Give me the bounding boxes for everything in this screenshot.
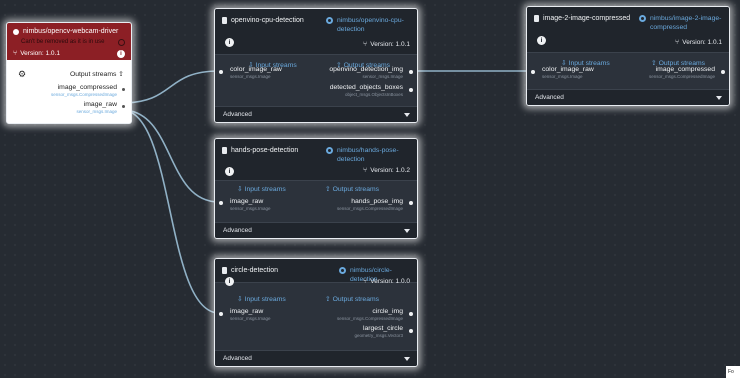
remove-icon[interactable]: [13, 28, 19, 35]
node-circle-detection[interactable]: circle-detection nimbus/circle-detection…: [214, 258, 418, 367]
wire-driver-to-hands: [121, 109, 220, 203]
corner-tag[interactable]: Fo: [726, 366, 740, 378]
output-connector[interactable]: [721, 70, 725, 74]
node-title: openvino-cpu-detection: [231, 17, 304, 24]
input-connector[interactable]: [219, 70, 223, 74]
output-streams-header: ⇪ Output streams: [325, 186, 380, 193]
output-streams-header: Output streams ⇪: [69, 71, 124, 78]
chevron-down-icon[interactable]: [404, 357, 410, 361]
node-image-2-image-compressed[interactable]: image-2-image-compressed nimbus/image-2-…: [526, 6, 730, 106]
driver-subtitle: Can't be removed as it is in use: [21, 39, 105, 45]
repo-link[interactable]: nimbus/openvino-cpu-: [337, 17, 404, 24]
output-port-hands-pose-img[interactable]: hands_pose_img sensor_msgs.CompressedIma…: [337, 197, 403, 212]
node-openvino-cpu-detection[interactable]: openvino-cpu-detection nimbus/openvino-c…: [214, 8, 418, 123]
info-icon[interactable]: i: [537, 36, 546, 45]
branch-icon: ⑂: [13, 50, 18, 57]
repo-icon: [326, 147, 333, 154]
node-title: image-2-image-compressed: [543, 15, 631, 22]
export-icon: ⇪: [118, 71, 124, 78]
download-icon: ⇩: [237, 186, 243, 193]
output-port-openvino-detection-img[interactable]: openvino_detection_img sensor_msgs.Image: [329, 65, 403, 80]
upload-icon: ⇪: [325, 186, 331, 193]
input-connector[interactable]: [219, 201, 223, 205]
output-connector[interactable]: [409, 201, 413, 205]
advanced-toggle[interactable]: Advanced: [215, 222, 417, 238]
repo-icon: [339, 267, 346, 274]
advanced-toggle[interactable]: Advanced: [215, 350, 417, 366]
advanced-toggle[interactable]: Advanced: [215, 106, 417, 122]
gear-icon[interactable]: ⚙: [18, 69, 26, 80]
output-connector[interactable]: [409, 70, 413, 74]
node-version: Version: 1.0.1: [370, 41, 410, 48]
branch-icon: ⑂: [675, 39, 680, 46]
branch-icon: ⑂: [363, 167, 368, 174]
node-version: Version: 1.0.2: [370, 167, 410, 174]
advanced-label: Advanced: [535, 94, 564, 101]
info-icon[interactable]: i: [225, 277, 234, 286]
advanced-label: Advanced: [223, 227, 252, 234]
output-connector[interactable]: [122, 88, 125, 91]
advanced-toggle[interactable]: Advanced: [527, 89, 729, 105]
node-title: circle-detection: [231, 267, 279, 274]
output-port-image-raw[interactable]: image_raw sensor_msgs.Image: [76, 100, 117, 115]
driver-header: nimbus/opencv-webcam-driver Can't be rem…: [7, 23, 131, 60]
input-port-image-raw[interactable]: image_raw sensor_msgs.Image: [230, 307, 271, 322]
repo-link[interactable]: nimbus/image-2-image-: [650, 15, 721, 22]
chevron-down-icon[interactable]: [404, 113, 410, 117]
branch-icon: ⑂: [363, 278, 368, 285]
node-version: Version: 1.0.1: [682, 39, 722, 46]
output-streams-header: ⇪ Output streams: [325, 296, 380, 303]
settings-icon[interactable]: [118, 39, 125, 46]
node-title: hands-pose-detection: [231, 147, 299, 154]
wire-driver-to-circle: [121, 109, 220, 314]
download-icon: ⇩: [237, 296, 243, 303]
output-connector[interactable]: [409, 88, 413, 92]
document-icon: [222, 17, 227, 24]
output-port-largest-circle[interactable]: largest_circle geometry_msgs.Vector3: [354, 324, 403, 339]
input-port-color-image-raw[interactable]: color_image_raw sensor_msgs.Image: [542, 65, 594, 80]
input-streams-header: ⇩ Input streams: [237, 296, 286, 303]
document-icon: [222, 147, 227, 154]
output-port-image-compressed[interactable]: image_compressed sensor_msgs.CompressedI…: [51, 83, 117, 98]
input-connector[interactable]: [531, 70, 535, 74]
output-connector[interactable]: [409, 312, 413, 316]
input-port-color-image-raw[interactable]: color_image_raw sensor_msgs.Image: [230, 65, 282, 80]
advanced-label: Advanced: [223, 111, 252, 118]
driver-node-opencv-webcam[interactable]: nimbus/opencv-webcam-driver Can't be rem…: [6, 22, 132, 124]
driver-title: nimbus/opencv-webcam-driver: [23, 28, 119, 35]
repo-link[interactable]: nimbus/hands-pose-: [337, 147, 399, 154]
output-port-detected-objects-boxes[interactable]: detected_objects_boxes object_msgs.Objec…: [330, 83, 403, 98]
output-port-circle-img[interactable]: circle_img sensor_msgs.CompressedImage: [337, 307, 403, 322]
output-connector[interactable]: [122, 105, 125, 108]
document-icon: [222, 267, 227, 274]
input-connector[interactable]: [219, 312, 223, 316]
repo-icon: [326, 17, 333, 24]
document-icon: [534, 15, 539, 22]
branch-icon: ⑂: [363, 41, 368, 48]
node-version: Version: 1.0.0: [370, 278, 410, 285]
input-streams-header: ⇩ Input streams: [237, 186, 286, 193]
chevron-down-icon[interactable]: [716, 96, 722, 100]
repo-icon: [639, 15, 646, 22]
info-icon[interactable]: i: [225, 167, 234, 176]
advanced-label: Advanced: [223, 355, 252, 362]
info-icon[interactable]: i: [225, 38, 234, 47]
output-connector[interactable]: [409, 329, 413, 333]
chevron-down-icon[interactable]: [404, 229, 410, 233]
info-icon[interactable]: i: [117, 50, 125, 58]
node-hands-pose-detection[interactable]: hands-pose-detection nimbus/hands-pose-d…: [214, 138, 418, 239]
input-port-image-raw[interactable]: image_raw sensor_msgs.Image: [230, 197, 271, 212]
driver-version: Version: 1.0.1: [20, 50, 60, 57]
output-port-image-compressed[interactable]: image_compressed sensor_msgs.CompressedI…: [649, 65, 715, 80]
upload-icon: ⇪: [325, 296, 331, 303]
wire-driver-to-cpu: [121, 70, 220, 104]
